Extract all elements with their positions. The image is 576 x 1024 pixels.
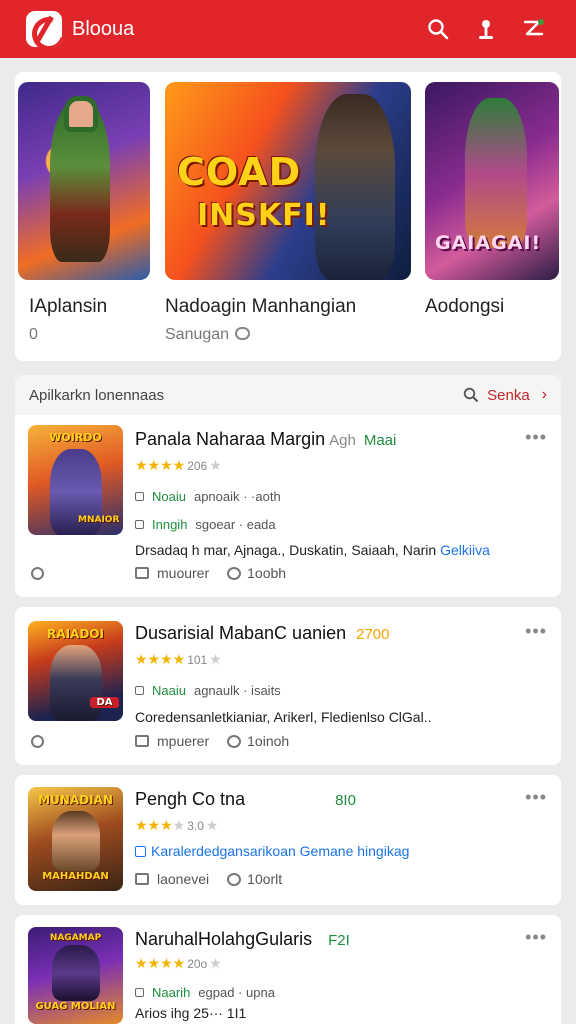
- app-description: Drsadaq h mar, Ajnaga., Duskatin, Saiaah…: [135, 542, 490, 558]
- like-icon[interactable]: [135, 735, 149, 747]
- chevron-right-icon: ›: [541, 386, 547, 403]
- rating-stars: ★★★★ 206 ★: [135, 457, 222, 473]
- list-item[interactable]: WOIRDO MNAIOR Panala Naharaa Margin Agh Ma…: [15, 415, 561, 597]
- app-title: Panala Naharaa Margin Agh Maai: [135, 429, 397, 449]
- app-thumbnail[interactable]: RAIADOI DA: [28, 621, 123, 721]
- poster-title: GAIAGAI!: [435, 232, 542, 254]
- description-link[interactable]: Gelkiiva: [440, 542, 490, 558]
- meta-row: Inngih sgoear · eada: [135, 517, 276, 532]
- thumbnail-figure: [52, 945, 100, 1001]
- top-app-bar: Blooua: [0, 0, 576, 58]
- featured-subtitle: 0: [29, 326, 38, 343]
- thumbnail-figure: [52, 811, 100, 871]
- info-icon: [135, 988, 144, 997]
- app-description: Coredensanletkianiar, Arikerl, Fledienls…: [135, 709, 432, 725]
- featured-art-warrior[interactable]: GAIAGAI!: [425, 82, 559, 280]
- comment-icon[interactable]: [227, 872, 242, 886]
- more-options-icon[interactable]: •••: [525, 927, 547, 948]
- thumbnail-text: MNAIOR: [78, 515, 120, 525]
- meta-row: Naaiu agnaulk · isaits: [135, 683, 281, 698]
- thumbnail-text: GUAG MOLIAN: [35, 1001, 116, 1012]
- app-logo[interactable]: [26, 11, 62, 47]
- section-title: Apilkarkn lonennaas: [29, 386, 165, 404]
- info-icon: [135, 686, 144, 695]
- clock-icon[interactable]: [31, 735, 44, 748]
- thumbnail-text: MUNADIAN: [38, 793, 113, 807]
- search-icon: [463, 387, 479, 403]
- search-link-label: Senka: [487, 386, 530, 404]
- like-icon[interactable]: [135, 873, 149, 885]
- comment-icon[interactable]: [227, 566, 242, 580]
- featured-carousel: IAplansin 0 COAD INSKFI! Nadoagin Manhan…: [15, 72, 561, 361]
- list-item[interactable]: NAGAMAP GUAG MOLIAN NaruhalHolahgGularis…: [15, 915, 561, 1024]
- thumbnail-text: DA: [90, 697, 119, 708]
- more-options-icon[interactable]: •••: [525, 621, 547, 642]
- app-description: Arios ihg 25··· 1I1: [135, 1005, 247, 1021]
- like-icon[interactable]: [135, 567, 149, 579]
- featured-title: IAplansin: [29, 296, 108, 317]
- featured-subtitle: Sanugan: [165, 326, 251, 344]
- meta-row: Naarih egpad · upna: [135, 985, 275, 1000]
- poster-title-1: COAD: [177, 150, 302, 194]
- section-header: Apilkarkn lonennaas Senka ›: [15, 375, 561, 415]
- rating-stars: ★★★★ 20o ★: [135, 955, 222, 971]
- soldier-figure: [315, 94, 395, 280]
- app-thumbnail[interactable]: NAGAMAP GUAG MOLIAN: [28, 927, 123, 1024]
- app-thumbnail[interactable]: WOIRDO MNAIOR: [28, 425, 123, 535]
- app-title: Blooua: [72, 17, 135, 40]
- meta-row: Noaiu apnoaik · ·aoth: [135, 489, 281, 504]
- more-options-icon[interactable]: •••: [525, 427, 547, 448]
- info-icon: [135, 492, 144, 501]
- featured-title: Nadoagin Manhangian: [165, 296, 357, 317]
- stats-row: laonevei 10orlt: [135, 871, 282, 887]
- thumbnail-text: WOIRDO: [49, 431, 102, 444]
- rating-stars: ★★★★ 3.0 ★: [135, 817, 219, 833]
- rating-stars: ★★★★ 101 ★: [135, 651, 222, 667]
- chat-icon: [235, 327, 251, 340]
- thumbnail-text: RAIADOI: [47, 627, 104, 641]
- thumbnail-figure: [50, 645, 102, 721]
- featured-title: Aodongsi: [425, 296, 505, 317]
- comment-icon[interactable]: [227, 734, 242, 748]
- profile-icon[interactable]: [462, 9, 510, 49]
- section-search-link[interactable]: Senka ›: [463, 386, 547, 404]
- radio-icon[interactable]: [31, 567, 44, 580]
- link-icon: [135, 846, 146, 857]
- warrior-figure: [465, 98, 527, 248]
- thumbnail-text: MAHAHDAN: [42, 871, 109, 882]
- app-description-link[interactable]: Karalerdedgansarikoan Gemane hingikag: [135, 843, 409, 859]
- featured-art-poster[interactable]: COAD INSKFI!: [165, 82, 411, 280]
- info-icon: [135, 520, 144, 529]
- app-title: Dusarisial MabanC uanien 2700: [135, 623, 390, 643]
- featured-art-archer[interactable]: [18, 82, 150, 280]
- thumbnail-text: NAGAMAP: [49, 933, 102, 943]
- more-options-icon[interactable]: •••: [525, 787, 547, 808]
- menu-icon[interactable]: [510, 9, 558, 49]
- app-thumbnail[interactable]: MUNADIAN MAHAHDAN: [28, 787, 123, 891]
- app-title: NaruhalHolahgGularis F2I: [135, 929, 350, 949]
- stats-row: muourer 1oobh: [135, 565, 286, 581]
- hero-head: [64, 96, 98, 132]
- app-title: Pengh Co tna 8I0: [135, 789, 356, 809]
- poster-title-2: INSKFI!: [197, 198, 331, 233]
- list-item[interactable]: RAIADOI DA Dusarisial MabanC uanien 2700 …: [15, 607, 561, 765]
- search-icon[interactable]: [414, 9, 462, 49]
- stats-row: mpuerer 1oinoh: [135, 733, 289, 749]
- list-item[interactable]: MUNADIAN MAHAHDAN Pengh Co tna 8I0 ••• ★★…: [15, 775, 561, 905]
